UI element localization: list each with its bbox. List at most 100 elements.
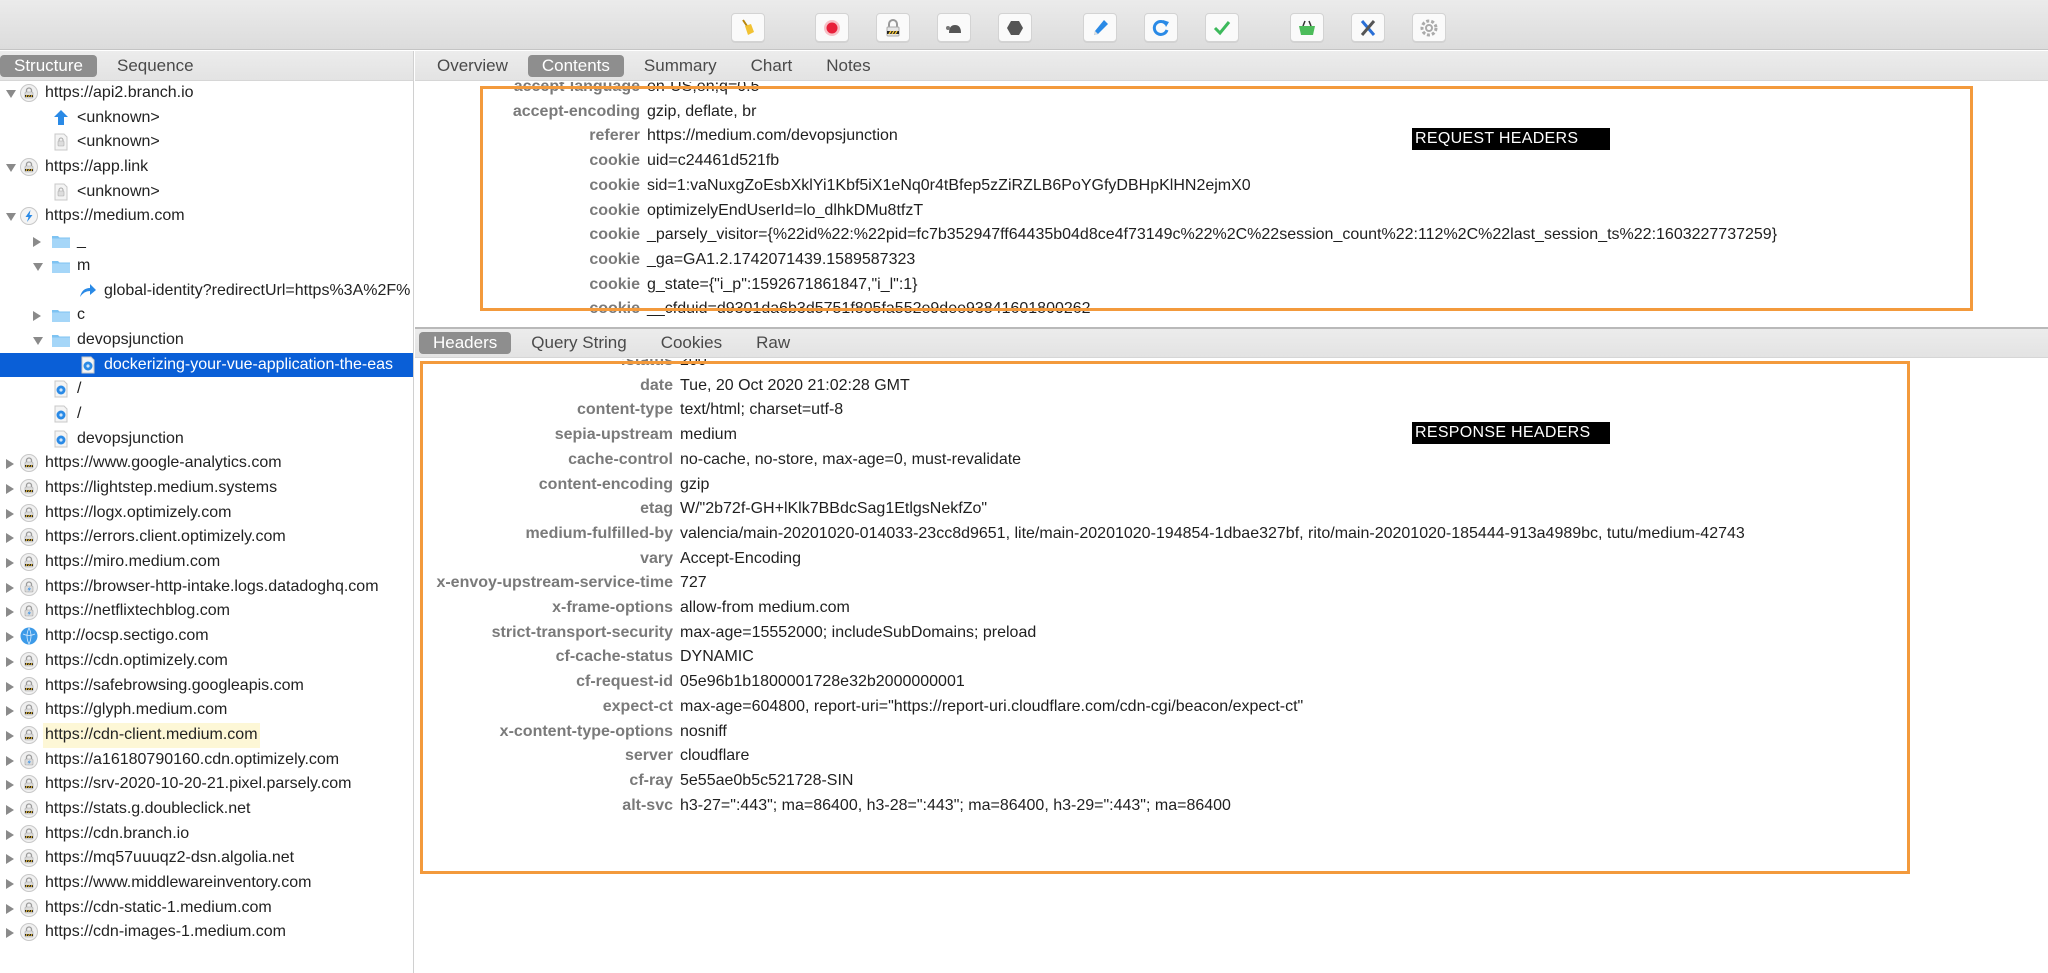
tree-row[interactable]: https://cdn-static-1.medium.com bbox=[0, 896, 413, 921]
tree-row[interactable]: https://lightstep.medium.systems bbox=[0, 476, 413, 501]
disclosure-closed-icon[interactable] bbox=[6, 533, 16, 544]
header-row[interactable]: referer https://medium.com/devopsjunction bbox=[415, 124, 2048, 149]
disclosure-closed-icon[interactable] bbox=[6, 755, 16, 766]
tools-button[interactable] bbox=[1351, 13, 1385, 42]
header-row[interactable]: accept-encoding gzip, deflate, br bbox=[415, 100, 2048, 125]
disclosure-open-icon[interactable] bbox=[6, 89, 16, 99]
header-row[interactable]: medium-fulfilled-by valencia/main-2020102… bbox=[415, 522, 2048, 547]
tree-row[interactable]: https://api2.branch.io bbox=[0, 81, 413, 106]
validate-button[interactable] bbox=[1205, 13, 1239, 42]
tree-row[interactable]: / bbox=[0, 377, 413, 402]
header-row[interactable]: cookie __cfduid=d9301da6b3d5751f805fa552e… bbox=[415, 297, 2048, 322]
header-row[interactable]: etag W/"2b72f-GH+lKlk7BBdcSag1EtlgsNekfZo… bbox=[415, 497, 2048, 522]
header-row[interactable]: cookie optimizelyEndUserId=lo_dlhkDMu8tfz… bbox=[415, 199, 2048, 224]
header-row[interactable]: cf-ray 5e55ae0b5c521728-SIN bbox=[415, 769, 2048, 794]
header-row[interactable]: cf-cache-status DYNAMIC bbox=[415, 645, 2048, 670]
tree-row[interactable]: <unknown> bbox=[0, 130, 413, 155]
ssl-proxying-button[interactable] bbox=[876, 13, 910, 42]
tree-row[interactable]: https://glyph.medium.com bbox=[0, 698, 413, 723]
tree-row[interactable]: https://www.middlewareinventory.com bbox=[0, 871, 413, 896]
basket-button[interactable] bbox=[1290, 13, 1324, 42]
disclosure-closed-icon[interactable] bbox=[6, 903, 16, 914]
tree-row[interactable]: https://netflixtechblog.com bbox=[0, 599, 413, 624]
clear-button[interactable] bbox=[731, 13, 765, 42]
header-row[interactable]: date Tue, 20 Oct 2020 21:02:28 GMT bbox=[415, 374, 2048, 399]
header-row[interactable]: expect-ct max-age=604800, report-uri="htt… bbox=[415, 695, 2048, 720]
tab-summary[interactable]: Summary bbox=[630, 55, 731, 77]
tree-row[interactable]: https://cdn.optimizely.com bbox=[0, 649, 413, 674]
throttle-button[interactable] bbox=[937, 13, 971, 42]
tree-row[interactable]: https://stats.g.doubleclick.net bbox=[0, 797, 413, 822]
header-row[interactable]: alt-svc h3-27=":443"; ma=86400, h3-28=":4… bbox=[415, 794, 2048, 819]
disclosure-open-icon[interactable] bbox=[6, 163, 16, 173]
header-row[interactable]: accept-language en-US,en;q=0.5 bbox=[415, 82, 2048, 100]
header-row[interactable]: cookie _ga=GA1.2.1742071439.1589587323 bbox=[415, 248, 2048, 273]
tab-contents[interactable]: Contents bbox=[527, 54, 624, 77]
settings-button[interactable] bbox=[1412, 13, 1446, 42]
tree-row[interactable]: https://mq57uuuqz2-dsn.algolia.net bbox=[0, 846, 413, 871]
header-row[interactable]: sepia-upstream medium bbox=[415, 423, 2048, 448]
tree-row[interactable]: https://browser-http-intake.logs.datadog… bbox=[0, 575, 413, 600]
tab-notes[interactable]: Notes bbox=[812, 55, 884, 77]
tree-row[interactable]: <unknown> bbox=[0, 106, 413, 131]
disclosure-closed-icon[interactable] bbox=[6, 854, 16, 865]
header-row[interactable]: strict-transport-security max-age=1555200… bbox=[415, 621, 2048, 646]
tab-raw[interactable]: Raw bbox=[742, 332, 804, 354]
disclosure-closed-icon[interactable] bbox=[6, 656, 16, 667]
tab-overview[interactable]: Overview bbox=[423, 55, 522, 77]
disclosure-closed-icon[interactable] bbox=[33, 237, 43, 248]
header-row[interactable]: cache-control no-cache, no-store, max-age… bbox=[415, 448, 2048, 473]
disclosure-closed-icon[interactable] bbox=[33, 311, 43, 322]
tab-query-string[interactable]: Query String bbox=[517, 332, 640, 354]
disclosure-closed-icon[interactable] bbox=[6, 706, 16, 717]
tab-cookies[interactable]: Cookies bbox=[647, 332, 736, 354]
tab-chart[interactable]: Chart bbox=[737, 55, 807, 77]
header-row[interactable]: x-frame-options allow-from medium.com bbox=[415, 596, 2048, 621]
tree-row[interactable]: https://safebrowsing.googleapis.com bbox=[0, 674, 413, 699]
disclosure-closed-icon[interactable] bbox=[6, 484, 16, 494]
tree-row[interactable]: https://errors.client.optimizely.com bbox=[0, 525, 413, 550]
disclosure-closed-icon[interactable] bbox=[6, 632, 16, 643]
tree-row[interactable]: https://cdn-client.medium.com bbox=[0, 722, 413, 748]
disclosure-closed-icon[interactable] bbox=[6, 730, 16, 741]
disclosure-closed-icon[interactable] bbox=[6, 879, 16, 889]
disclosure-closed-icon[interactable] bbox=[6, 829, 16, 840]
record-button[interactable] bbox=[815, 13, 849, 42]
tree-row[interactable]: http://ocsp.sectigo.com bbox=[0, 624, 413, 649]
disclosure-closed-icon[interactable] bbox=[6, 780, 16, 791]
disclosure-closed-icon[interactable] bbox=[6, 928, 16, 939]
header-row[interactable]: vary Accept-Encoding bbox=[415, 547, 2048, 572]
header-row[interactable]: content-encoding gzip bbox=[415, 473, 2048, 498]
disclosure-closed-icon[interactable] bbox=[6, 582, 16, 593]
tree-row[interactable]: _ bbox=[0, 229, 413, 254]
tree-row[interactable]: <unknown> bbox=[0, 180, 413, 205]
header-row[interactable]: content-type text/html; charset=utf-8 bbox=[415, 398, 2048, 423]
tree-row[interactable]: global-identity?redirectUrl=https%3A%2F% bbox=[0, 279, 413, 304]
tab-headers[interactable]: Headers bbox=[419, 332, 512, 354]
disclosure-open-icon[interactable] bbox=[33, 336, 43, 346]
header-row[interactable]: cookie _parsely_visitor={%22id%22:%22pid=… bbox=[415, 223, 2048, 248]
header-row[interactable]: server cloudflare bbox=[415, 744, 2048, 769]
header-row[interactable]: x-envoy-upstream-service-time 727 bbox=[415, 571, 2048, 596]
header-row[interactable]: cf-request-id 05e96b1b1800001728e32b20000… bbox=[415, 670, 2048, 695]
edit-button[interactable] bbox=[1083, 13, 1117, 42]
tab-structure[interactable]: Structure bbox=[0, 54, 97, 77]
header-row[interactable]: x-content-type-options nosniff bbox=[415, 720, 2048, 745]
tree-row[interactable]: https://cdn-images-1.medium.com bbox=[0, 920, 413, 945]
disclosure-closed-icon[interactable] bbox=[6, 508, 16, 519]
tree-row[interactable]: dockerizing-your-vue-application-the-eas bbox=[0, 352, 413, 378]
tree-row[interactable]: https://a16180790160.cdn.optimizely.com bbox=[0, 748, 413, 773]
disclosure-closed-icon[interactable] bbox=[6, 681, 16, 692]
disclosure-closed-icon[interactable] bbox=[6, 607, 16, 618]
tab-sequence[interactable]: Sequence bbox=[103, 55, 208, 77]
tree-row[interactable]: c bbox=[0, 303, 413, 328]
repeat-button[interactable] bbox=[1144, 13, 1178, 42]
tree-row[interactable]: / bbox=[0, 402, 413, 427]
disclosure-closed-icon[interactable] bbox=[6, 558, 16, 569]
tree-row[interactable]: devopsjunction bbox=[0, 328, 413, 353]
tree-row[interactable]: devopsjunction bbox=[0, 427, 413, 452]
breakpoints-button[interactable] bbox=[998, 13, 1032, 42]
tree-row[interactable]: https://app.link bbox=[0, 155, 413, 180]
tree-row[interactable]: https://cdn.branch.io bbox=[0, 822, 413, 847]
disclosure-closed-icon[interactable] bbox=[6, 804, 16, 815]
